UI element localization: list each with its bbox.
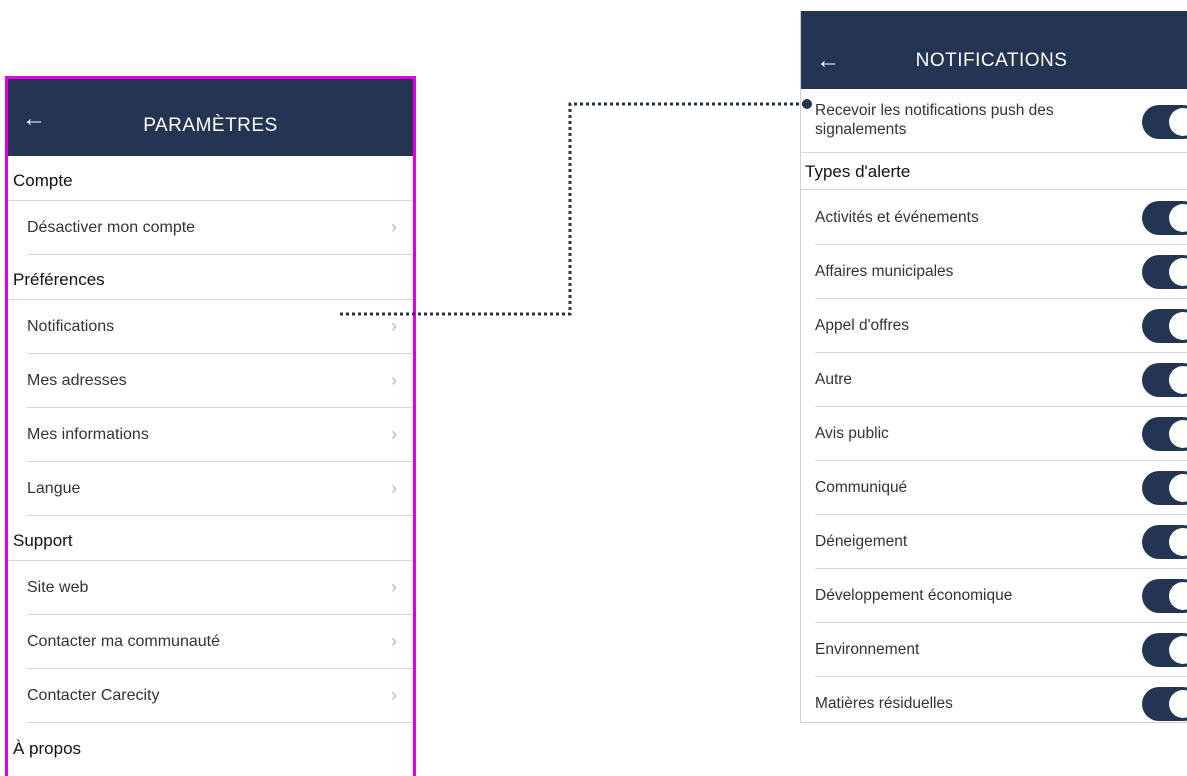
alert-row-environment: Environnement <box>815 623 1187 677</box>
toggle-knob <box>1169 257 1187 286</box>
alert-row-press-release: Communiqué <box>815 461 1187 515</box>
alert-toggle[interactable] <box>1142 362 1187 397</box>
chevron-right-icon: › <box>391 316 397 336</box>
section-header-support: Support <box>8 516 413 561</box>
notifications-header: ← NOTIFICATIONS <box>801 11 1187 89</box>
settings-list: Compte Désactiver mon compte › Préférenc… <box>8 156 413 768</box>
alert-label: Développement économique <box>815 586 1013 604</box>
toggle-knob <box>1169 419 1187 448</box>
alert-toggle[interactable] <box>1142 470 1187 505</box>
alert-label: Environnement <box>815 640 920 658</box>
alert-toggle[interactable] <box>1142 308 1187 343</box>
settings-item-label: Langue <box>27 479 81 497</box>
alert-label: Avis public <box>815 424 889 442</box>
section-header-preferences: Préférences <box>8 255 413 300</box>
alert-label: Communiqué <box>815 478 908 496</box>
push-notifications-label: Recevoir les notifications push des sign… <box>815 102 1054 138</box>
settings-screen: ← PARAMÈTRES Compte Désactiver mon compt… <box>5 76 416 776</box>
alert-toggle[interactable] <box>1142 254 1187 289</box>
alert-row-waste: Matières résiduelles <box>815 677 1187 722</box>
alert-toggle[interactable] <box>1142 578 1187 613</box>
alert-toggle[interactable] <box>1142 524 1187 559</box>
chevron-right-icon: › <box>391 370 397 390</box>
settings-item-label: Désactiver mon compte <box>27 218 196 236</box>
toggle-knob <box>1169 527 1187 556</box>
settings-item-deactivate-account[interactable]: Désactiver mon compte › <box>27 201 413 255</box>
alert-label: Affaires municipales <box>815 262 954 280</box>
alert-row-activities: Activités et événements <box>815 191 1187 245</box>
alert-types-list: Activités et événements Affaires municip… <box>801 191 1187 722</box>
settings-item-contact-carecity[interactable]: Contacter Carecity › <box>27 669 413 723</box>
alert-row-snow-removal: Déneigement <box>815 515 1187 569</box>
settings-item-my-info[interactable]: Mes informations › <box>27 408 413 462</box>
alert-row-economic-dev: Développement économique <box>815 569 1187 623</box>
chevron-right-icon: › <box>391 424 397 444</box>
alert-label: Activités et événements <box>815 208 979 226</box>
settings-title: PARAMÈTRES <box>143 115 278 136</box>
notifications-screen: ← NOTIFICATIONS Recevoir les notificatio… <box>800 11 1187 723</box>
alert-label: Déneigement <box>815 532 908 550</box>
settings-item-label: Contacter Carecity <box>27 686 160 704</box>
toggle-knob <box>1169 473 1187 502</box>
alert-toggle[interactable] <box>1142 416 1187 451</box>
settings-item-label: Mes informations <box>27 425 149 443</box>
alert-toggle[interactable] <box>1142 632 1187 667</box>
settings-item-notifications[interactable]: Notifications › <box>27 300 413 354</box>
settings-item-addresses[interactable]: Mes adresses › <box>27 354 413 408</box>
toggle-knob <box>1169 690 1187 718</box>
alert-toggle[interactable] <box>1142 200 1187 235</box>
alert-row-public-notice: Avis public <box>815 407 1187 461</box>
chevron-right-icon: › <box>391 685 397 705</box>
settings-item-label: Contacter ma communauté <box>27 632 220 650</box>
alert-label: Appel d'offres <box>815 316 910 334</box>
toggle-knob <box>1169 581 1187 610</box>
settings-item-language[interactable]: Langue › <box>27 462 413 516</box>
chevron-right-icon: › <box>391 631 397 651</box>
alert-row-municipal: Affaires municipales <box>815 245 1187 299</box>
section-header-compte: Compte <box>8 156 413 201</box>
section-header-about: À propos <box>13 739 82 758</box>
chevron-right-icon: › <box>391 217 397 237</box>
notifications-title: NOTIFICATIONS <box>915 50 1068 71</box>
alert-row-other: Autre <box>815 353 1187 407</box>
alert-types-header: Types d'alerte <box>801 154 1187 190</box>
toggle-knob <box>1169 311 1187 340</box>
push-notifications-toggle[interactable] <box>1142 105 1187 139</box>
toggle-knob <box>1169 108 1187 136</box>
settings-item-label: Notifications <box>27 317 115 335</box>
alert-toggle[interactable] <box>1142 687 1187 721</box>
alert-label: Autre <box>815 370 853 388</box>
toggle-knob <box>1169 635 1187 664</box>
settings-item-website[interactable]: Site web › <box>27 561 413 615</box>
push-notifications-row: Recevoir les notifications push des sign… <box>801 91 1187 153</box>
chevron-right-icon: › <box>391 577 397 597</box>
toggle-knob <box>1169 365 1187 394</box>
alert-row-tenders: Appel d'offres <box>815 299 1187 353</box>
settings-item-label: Site web <box>27 578 89 596</box>
chevron-right-icon: › <box>391 478 397 498</box>
settings-header: ← PARAMÈTRES <box>8 79 413 156</box>
settings-item-label: Mes adresses <box>27 371 127 389</box>
toggle-knob <box>1169 203 1187 232</box>
settings-item-contact-community[interactable]: Contacter ma communauté › <box>27 615 413 669</box>
alert-label: Matières résiduelles <box>815 695 953 712</box>
